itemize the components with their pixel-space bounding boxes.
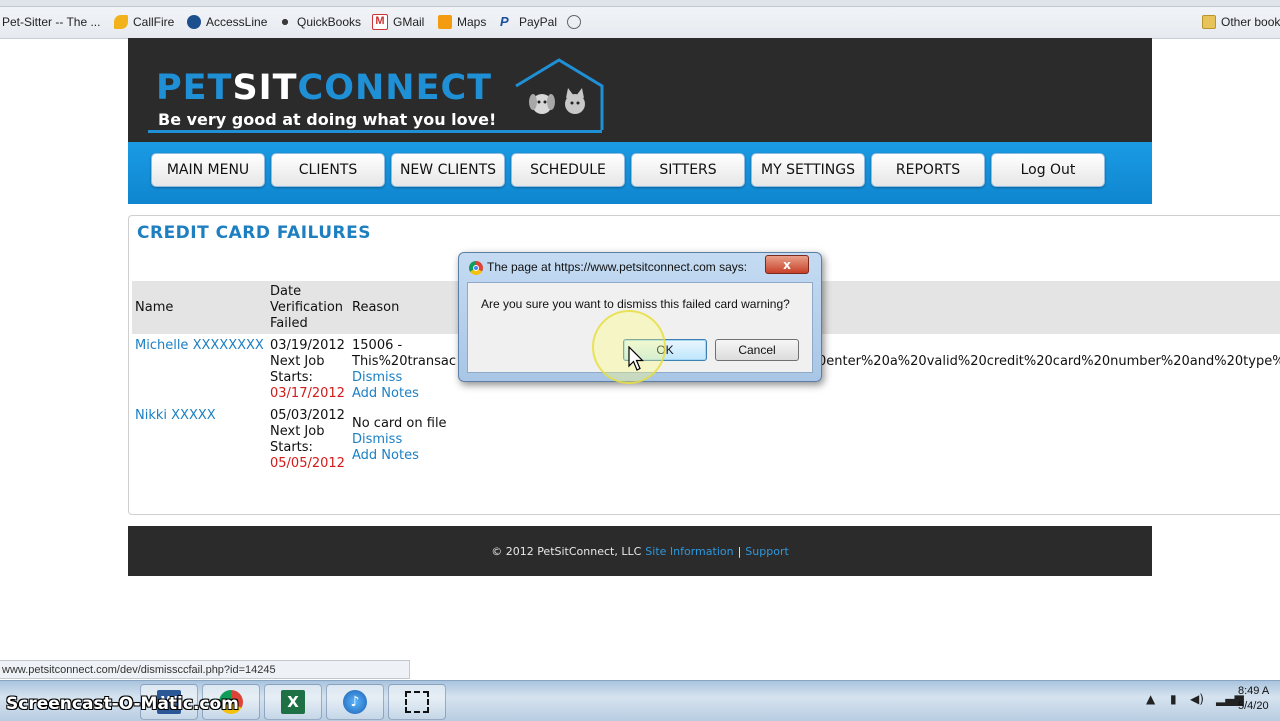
column-header-name: Name <box>135 300 174 315</box>
taskbar-excel[interactable]: X <box>264 684 322 720</box>
clock-time: 8:49 A <box>1238 685 1270 697</box>
bookmark-label: CallFire <box>133 15 175 29</box>
paypal-icon: P <box>500 14 509 29</box>
next-job-date: 05/05/2012 <box>270 456 345 471</box>
add-notes-link[interactable]: Add Notes <box>352 386 456 402</box>
site-logo[interactable]: PETSITCONNECT <box>156 68 492 108</box>
bookmark-quickbooks[interactable]: QuickBooks <box>278 13 361 31</box>
gmail-icon: M <box>372 14 388 30</box>
nav-my-settings[interactable]: MY SETTINGS <box>751 153 865 187</box>
quickbooks-icon <box>278 15 292 29</box>
volume-icon[interactable]: ◀) <box>1190 692 1204 706</box>
mouse-cursor-icon <box>628 346 644 371</box>
column-header-reason: Reason <box>352 300 400 315</box>
reason-overflow-text: 0enter%20a%20valid%20credit%20card%20num… <box>818 354 1280 369</box>
support-link[interactable]: Support <box>745 545 788 558</box>
dialog-title: The page at https://www.petsitconnect.co… <box>487 260 748 274</box>
reason-text: No card on file <box>352 416 447 431</box>
dismiss-link[interactable]: Dismiss <box>352 370 456 386</box>
row-reason-cell: No card on file Dismiss Add Notes <box>352 416 447 464</box>
bookmark-globe[interactable] <box>567 13 581 31</box>
excel-icon: X <box>281 690 305 714</box>
other-bookmarks-label: Other book <box>1221 15 1280 29</box>
screencast-watermark: Screencast-O-Matic.com <box>6 694 239 714</box>
bookmarks-bar: Pet-Sitter -- The ... CallFire AccessLin… <box>0 0 1280 39</box>
bookmark-gmail[interactable]: M GMail <box>372 13 424 31</box>
bookmark-label: AccessLine <box>206 15 268 29</box>
clock-date: 5/4/20 <box>1238 700 1269 712</box>
system-clock[interactable]: 8:49 A 5/4/20 <box>1238 684 1269 714</box>
chrome-icon <box>469 261 483 275</box>
house-logo-icon <box>515 58 604 130</box>
row-reason-cell: 15006 - This%20transac Dismiss Add Notes <box>352 338 456 402</box>
status-url: www.petsitconnect.com/dev/dismissccfail.… <box>2 663 276 676</box>
bookmark-accessline[interactable]: AccessLine <box>187 13 267 31</box>
bookmark-label: QuickBooks <box>297 15 362 29</box>
itunes-icon: ♪ <box>343 690 367 714</box>
bookmark-label: Pet-Sitter -- The ... <box>2 15 101 29</box>
bookmark-paypal[interactable]: P PayPal <box>500 13 557 31</box>
accessline-icon <box>187 15 201 29</box>
site-information-link[interactable]: Site Information <box>645 545 733 558</box>
dialog-close-button[interactable]: x <box>765 255 809 274</box>
next-job-date: 03/17/2012 <box>270 386 345 401</box>
battery-icon[interactable]: ▮ <box>1170 692 1177 706</box>
main-nav: MAIN MENU CLIENTS NEW CLIENTS SCHEDULE S… <box>128 142 1152 204</box>
other-bookmarks[interactable]: Other book <box>1202 13 1280 31</box>
column-header-date-line: Date <box>270 284 302 299</box>
bookmark-label: GMail <box>393 15 425 29</box>
site-footer: © 2012 PetSitConnect, LLC Site Informati… <box>128 526 1152 576</box>
nav-clients[interactable]: CLIENTS <box>271 153 385 187</box>
column-header-date-line: Failed <box>270 316 308 331</box>
globe-icon <box>567 15 581 29</box>
bookmark-label: Maps <box>457 15 487 29</box>
next-job-label: Next Job <box>270 424 325 439</box>
maps-icon <box>438 15 452 29</box>
column-header-date: Date Verification Failed <box>270 284 343 332</box>
logo-sit: SIT <box>232 68 298 108</box>
next-job-label: Next Job <box>270 354 325 369</box>
column-header-date-line: Verification <box>270 300 344 315</box>
reason-text: 15006 - <box>352 338 403 353</box>
bookmark-label: PayPal <box>519 15 558 29</box>
add-notes-link[interactable]: Add Notes <box>352 448 447 464</box>
folder-icon <box>1202 15 1216 29</box>
logo-connect: CONNECT <box>297 68 493 108</box>
row-date-cell: 03/19/2012 Next Job Starts: 03/17/2012 <box>270 338 345 402</box>
show-hidden-icons-icon[interactable]: ▲ <box>1146 692 1155 706</box>
dialog-message: Are you sure you want to dismiss this fa… <box>481 297 790 311</box>
bookmark-maps[interactable]: Maps <box>438 13 486 31</box>
taskbar-itunes[interactable]: ♪ <box>326 684 384 720</box>
cancel-button[interactable]: Cancel <box>715 339 799 361</box>
next-job-label: Starts: <box>270 440 313 455</box>
verification-date: 03/19/2012 <box>270 338 345 353</box>
copyright-text: © 2012 PetSitConnect, LLC <box>491 544 642 558</box>
row-date-cell: 05/03/2012 Next Job Starts: 05/05/2012 <box>270 408 345 472</box>
page-title: CREDIT CARD FAILURES <box>137 223 372 243</box>
nav-new-clients[interactable]: NEW CLIENTS <box>391 153 505 187</box>
nav-sitters[interactable]: SITTERS <box>631 153 745 187</box>
client-name-link[interactable]: Michelle XXXXXXXX <box>135 338 264 354</box>
nav-log-out[interactable]: Log Out <box>991 153 1105 187</box>
site-header: PETSITCONNECT Be very good at doing what… <box>128 38 1152 142</box>
bookmark-callfire[interactable]: CallFire <box>114 13 174 31</box>
next-job-label: Starts: <box>270 370 313 385</box>
dismiss-link[interactable]: Dismiss <box>352 432 447 448</box>
callfire-icon <box>114 15 128 29</box>
nav-reports[interactable]: REPORTS <box>871 153 985 187</box>
nav-main-menu[interactable]: MAIN MENU <box>151 153 265 187</box>
address-bar-remnant <box>0 0 1280 7</box>
client-name-link[interactable]: Nikki XXXXX <box>135 408 216 424</box>
bookmark-pet-sitter[interactable]: Pet-Sitter -- The ... <box>2 13 100 31</box>
nav-schedule[interactable]: SCHEDULE <box>511 153 625 187</box>
reason-text: This%20transac <box>352 354 456 369</box>
site-tagline: Be very good at doing what you love! <box>158 110 497 129</box>
verification-date: 05/03/2012 <box>270 408 345 423</box>
logo-pet: PET <box>156 68 233 108</box>
footer-separator: | <box>737 544 742 558</box>
browser-status-bar: www.petsitconnect.com/dev/dismissccfail.… <box>0 660 410 679</box>
taskbar-screen-recorder[interactable] <box>388 684 446 720</box>
screen-capture-icon <box>405 691 429 713</box>
